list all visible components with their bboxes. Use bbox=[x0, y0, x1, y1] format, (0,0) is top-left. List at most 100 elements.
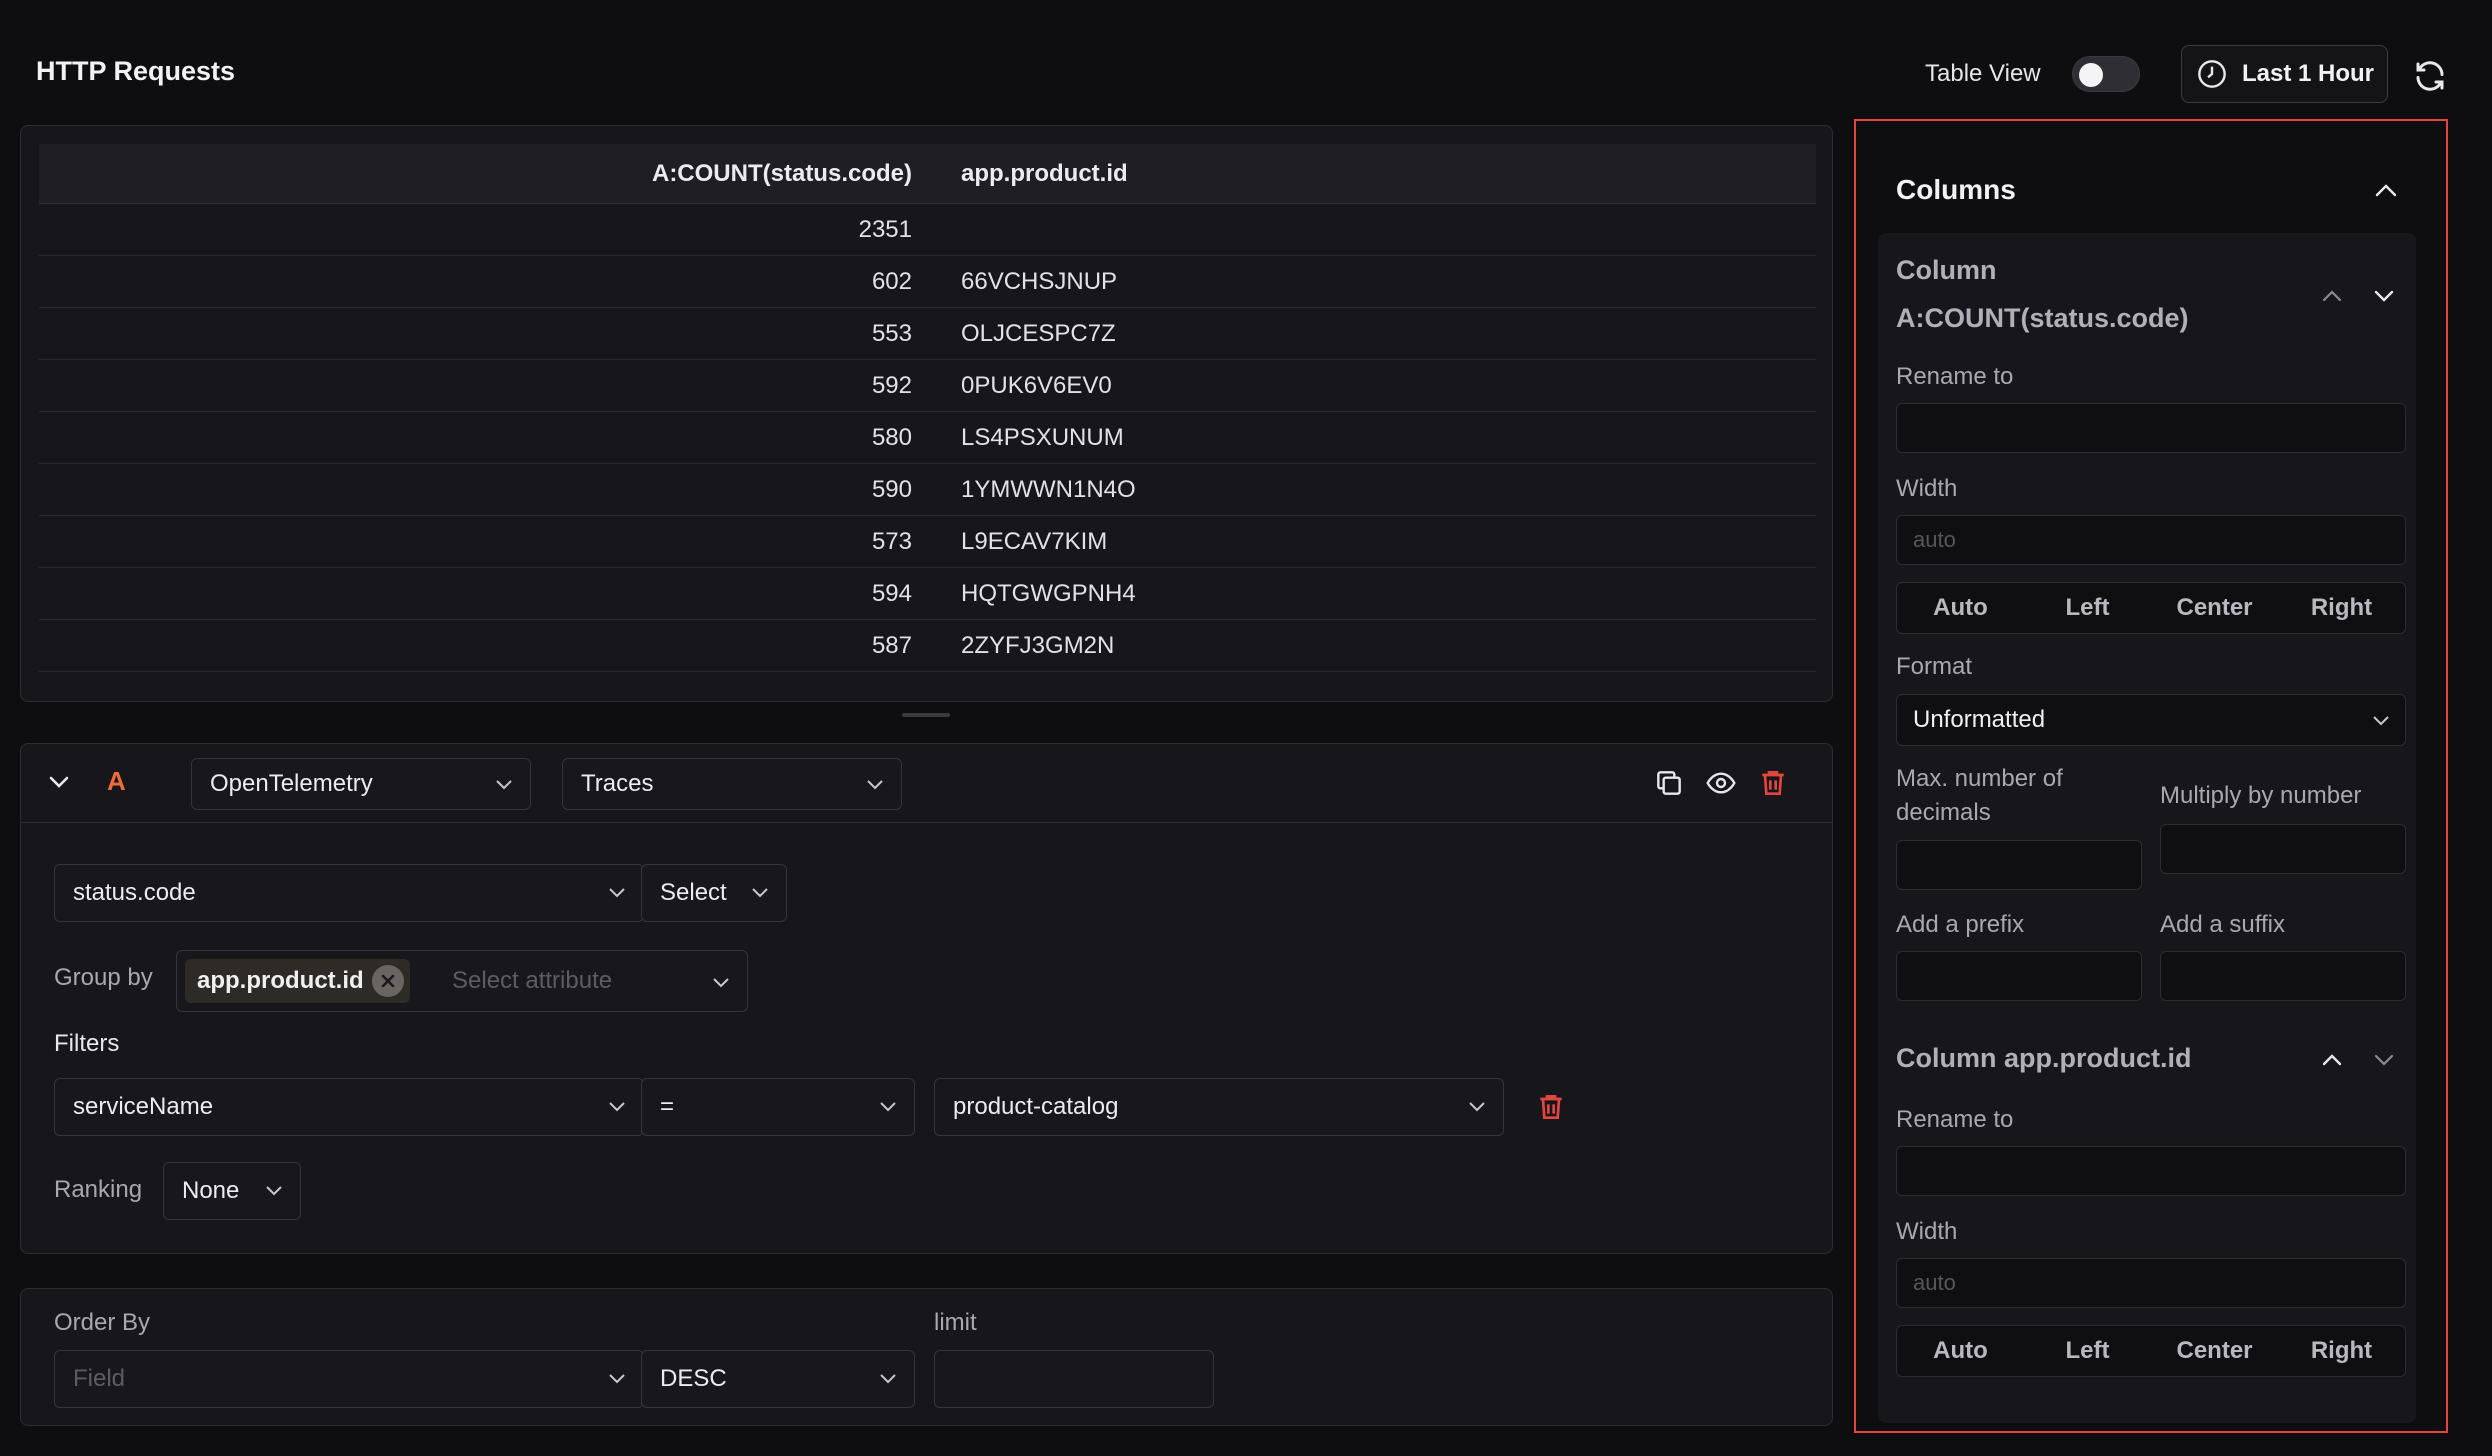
source-select[interactable]: OpenTelemetry bbox=[191, 758, 531, 810]
chevron-down-icon bbox=[1469, 1102, 1485, 1112]
table-header: A:COUNT(status.code) app.product.id bbox=[39, 144, 1816, 204]
align-right-button[interactable]: Right bbox=[2278, 1326, 2405, 1376]
align-auto-button[interactable]: Auto bbox=[1897, 583, 2024, 633]
table-row: 594 HQTGWGPNH4 bbox=[39, 568, 1816, 620]
chevron-down-icon bbox=[266, 1186, 282, 1196]
chevron-down-icon bbox=[609, 888, 625, 898]
collapse-columns-chevron-up-icon[interactable] bbox=[2372, 180, 2400, 200]
column-1-decimals-label-line2: decimals bbox=[1896, 799, 1991, 826]
column-1-alignment-segmented: Auto Left Center Right bbox=[1896, 582, 2406, 634]
chevron-down-icon bbox=[867, 780, 883, 790]
signal-select[interactable]: Traces bbox=[562, 758, 902, 810]
attribute-value: status.code bbox=[73, 879, 196, 906]
column-1-decimals-input[interactable] bbox=[1896, 840, 2142, 890]
columns-title: Columns bbox=[1896, 174, 2016, 205]
order-by-label: Order By bbox=[54, 1309, 151, 1336]
cell-count: 592 bbox=[871, 372, 912, 399]
chevron-down-icon bbox=[880, 1374, 896, 1384]
aggregation-value: Select bbox=[660, 879, 727, 906]
chevron-down-icon bbox=[2373, 716, 2389, 726]
cell-count: 594 bbox=[871, 580, 912, 607]
align-right-button[interactable]: Right bbox=[2278, 583, 2405, 633]
cell-product-id: LS4PSXUNUM bbox=[961, 424, 1124, 451]
column-2-width-placeholder: auto bbox=[1913, 1270, 1956, 1295]
align-center-button[interactable]: Center bbox=[2151, 583, 2278, 633]
column-1-multiply-input[interactable] bbox=[2160, 824, 2406, 874]
results-table: A:COUNT(status.code) app.product.id 2351… bbox=[20, 125, 1833, 702]
column-2-rename-label: Rename to bbox=[1896, 1106, 2014, 1133]
refresh-icon[interactable] bbox=[2412, 58, 2448, 94]
column-1-rename-input[interactable] bbox=[1896, 403, 2406, 453]
cell-count: 553 bbox=[871, 320, 912, 347]
trash-icon[interactable] bbox=[1757, 767, 1789, 799]
ranking-select[interactable]: None bbox=[163, 1162, 301, 1220]
filter-value-select[interactable]: product-catalog bbox=[934, 1078, 1504, 1136]
order-direction-select[interactable]: DESC bbox=[641, 1350, 915, 1408]
chevron-down-icon bbox=[496, 780, 512, 790]
column-1-width-label: Width bbox=[1896, 475, 1958, 502]
cell-product-id: OLJCESPC7Z bbox=[961, 320, 1116, 347]
table-row: 602 66VCHSJNUP bbox=[39, 256, 1816, 308]
group-by-placeholder: Select attribute bbox=[452, 967, 613, 994]
aggregation-select[interactable]: Select bbox=[641, 864, 787, 922]
column-2-width-input[interactable]: auto bbox=[1896, 1258, 2406, 1308]
table-view-toggle[interactable] bbox=[2072, 56, 2140, 92]
cell-product-id: 66VCHSJNUP bbox=[961, 268, 1118, 295]
toggle-knob bbox=[2079, 63, 2103, 87]
ranking-value: None bbox=[182, 1177, 240, 1204]
move-down-chevron-down-icon[interactable] bbox=[2372, 288, 2396, 304]
column-2-rename-input[interactable] bbox=[1896, 1146, 2406, 1196]
filter-operator-value: = bbox=[660, 1093, 675, 1120]
close-icon[interactable] bbox=[371, 965, 404, 997]
group-by-chip: app.product.id bbox=[185, 959, 410, 1003]
group-by-chip-label: app.product.id bbox=[197, 967, 364, 994]
group-by-select[interactable]: app.product.id Select attribute bbox=[176, 950, 748, 1012]
move-up-chevron-up-icon[interactable] bbox=[2320, 288, 2344, 304]
query-builder: A OpenTelemetry Traces status.code Selec… bbox=[20, 743, 1833, 1254]
column-1-width-placeholder: auto bbox=[1913, 527, 1956, 552]
column-1-decimals-label-line1: Max. number of bbox=[1896, 765, 2063, 792]
limit-input[interactable] bbox=[934, 1350, 1214, 1408]
collapse-query-chevron-icon[interactable] bbox=[47, 774, 71, 790]
column-1-format-label: Format bbox=[1896, 653, 1973, 680]
chevron-down-icon bbox=[609, 1374, 625, 1384]
table-row: 2351 bbox=[39, 204, 1816, 256]
time-range-button[interactable]: Last 1 Hour bbox=[2181, 45, 2388, 103]
column-2-alignment-segmented: Auto Left Center Right bbox=[1896, 1325, 2406, 1377]
align-left-button[interactable]: Left bbox=[2024, 583, 2151, 633]
query-letter: A bbox=[107, 766, 126, 796]
column-1-prefix-label: Add a prefix bbox=[1896, 911, 2025, 938]
query-divider bbox=[21, 822, 1832, 823]
table-row: 573 L9ECAV7KIM bbox=[39, 516, 1816, 568]
align-left-button[interactable]: Left bbox=[2024, 1326, 2151, 1376]
clock-icon bbox=[2198, 60, 2226, 88]
cell-product-id: HQTGWGPNH4 bbox=[961, 580, 1136, 607]
trash-icon[interactable] bbox=[1535, 1091, 1567, 1123]
align-auto-button[interactable]: Auto bbox=[1897, 1326, 2024, 1376]
move-up-chevron-up-icon[interactable] bbox=[2320, 1052, 2344, 1068]
filter-operator-select[interactable]: = bbox=[641, 1078, 915, 1136]
column-1-width-input[interactable]: auto bbox=[1896, 515, 2406, 565]
order-field-placeholder: Field bbox=[73, 1365, 126, 1392]
column-1-format-select[interactable]: Unformatted bbox=[1896, 694, 2406, 746]
cell-count: 587 bbox=[871, 632, 912, 659]
copy-icon[interactable] bbox=[1653, 767, 1685, 799]
eye-icon[interactable] bbox=[1705, 767, 1737, 799]
attribute-select[interactable]: status.code bbox=[54, 864, 644, 922]
order-field-select[interactable]: Field bbox=[54, 1350, 644, 1408]
filter-field-select[interactable]: serviceName bbox=[54, 1078, 644, 1136]
column-header-product-id[interactable]: app.product.id bbox=[961, 160, 1128, 188]
cell-count: 602 bbox=[871, 268, 912, 295]
panel-resize-handle[interactable] bbox=[902, 713, 950, 717]
move-down-chevron-down-icon[interactable] bbox=[2372, 1052, 2396, 1068]
cell-product-id: 1YMWWN1N4O bbox=[961, 476, 1136, 503]
table-row: 553 OLJCESPC7Z bbox=[39, 308, 1816, 360]
align-center-button[interactable]: Center bbox=[2151, 1326, 2278, 1376]
order-by-panel: Order By limit Field DESC bbox=[20, 1288, 1833, 1426]
cell-count: 580 bbox=[871, 424, 912, 451]
column-1-prefix-input[interactable] bbox=[1896, 951, 2142, 1001]
chevron-down-icon bbox=[609, 1102, 625, 1112]
column-header-count[interactable]: A:COUNT(status.code) bbox=[652, 160, 912, 188]
column-1-multiply-label: Multiply by number bbox=[2160, 782, 2362, 809]
column-1-suffix-input[interactable] bbox=[2160, 951, 2406, 1001]
